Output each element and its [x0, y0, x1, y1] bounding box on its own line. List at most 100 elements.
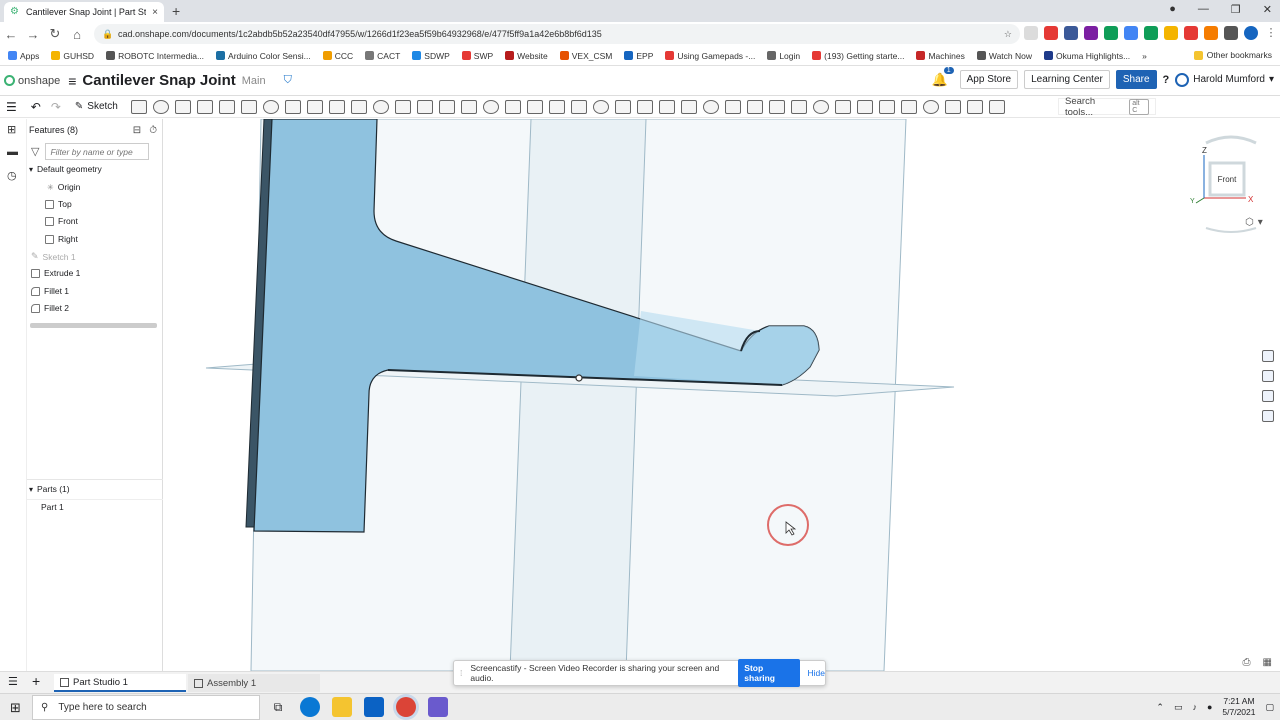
- sweep-tool-icon[interactable]: [174, 99, 191, 114]
- network-icon[interactable]: ▭: [1174, 702, 1183, 713]
- custom-feature-tool-icon[interactable]: [988, 99, 1005, 114]
- bookmark-item[interactable]: SWP: [461, 51, 493, 61]
- close-tab-icon[interactable]: ×: [152, 7, 158, 18]
- feature-right-plane[interactable]: Right: [45, 234, 78, 244]
- helix-tool-icon[interactable]: [702, 99, 719, 114]
- default-geometry-group[interactable]: ▾ Default geometry: [29, 164, 102, 174]
- linear-pattern-tool-icon[interactable]: [394, 99, 411, 114]
- bookmark-item[interactable]: Watch Now: [976, 51, 1032, 61]
- revolve-tool-icon[interactable]: [152, 99, 169, 114]
- notification-center-icon[interactable]: ▢: [1265, 702, 1274, 713]
- profile-avatar[interactable]: [1244, 26, 1258, 40]
- profile-dropdown-icon[interactable]: ●: [1169, 3, 1176, 16]
- extension-icon[interactable]: [1044, 26, 1058, 40]
- bookmark-item[interactable]: GUHSD: [51, 51, 94, 61]
- windows-start-icon[interactable]: ⊞: [10, 700, 21, 716]
- boundary-surface-tool-icon[interactable]: [636, 99, 653, 114]
- modify-fillet-tool-icon[interactable]: [548, 99, 565, 114]
- extension-icon[interactable]: [1064, 26, 1078, 40]
- user-menu[interactable]: Harold Mumford ▾: [1175, 72, 1274, 87]
- bookmark-item[interactable]: Apps: [8, 51, 39, 61]
- extension-icon[interactable]: [1104, 26, 1118, 40]
- enclose-tool-icon[interactable]: [240, 99, 257, 114]
- extension-icon[interactable]: [1184, 26, 1198, 40]
- learning-center-button[interactable]: Learning Center: [1024, 70, 1110, 89]
- bookmarks-overflow-icon[interactable]: »: [1142, 51, 1147, 61]
- bookmark-item[interactable]: CACT: [365, 51, 400, 61]
- bookmark-item[interactable]: Okuma Highlights...: [1044, 51, 1130, 61]
- search-tools-input[interactable]: Search tools... alt C: [1058, 96, 1156, 118]
- feature-list-toggle-icon[interactable]: ☰: [6, 100, 17, 114]
- feature-origin[interactable]: ✳ Origin: [47, 182, 80, 192]
- parts-group[interactable]: ▾ Parts (1): [29, 484, 70, 494]
- add-tab-icon[interactable]: +: [32, 673, 40, 689]
- origin-point[interactable]: [575, 374, 583, 382]
- flange-tool-icon[interactable]: [834, 99, 851, 114]
- appearance-panel-icon[interactable]: [1262, 350, 1274, 362]
- chamfer-tool-icon[interactable]: [284, 99, 301, 114]
- feature-list-scrollbar[interactable]: [30, 323, 157, 328]
- graphics-viewport[interactable]: Z X Y Front ⬡ ▾: [164, 119, 1280, 671]
- mail-icon[interactable]: [364, 697, 384, 717]
- fill-tool-icon[interactable]: [658, 99, 675, 114]
- boolean-tool-icon[interactable]: [460, 99, 477, 114]
- redo-icon[interactable]: ↷: [51, 100, 61, 114]
- transform-tool-icon[interactable]: [504, 99, 521, 114]
- document-title[interactable]: Cantilever Snap Joint: [82, 72, 235, 89]
- shell-tool-icon[interactable]: [350, 99, 367, 114]
- extension-icon[interactable]: [1124, 26, 1138, 40]
- extension-icon[interactable]: [1204, 26, 1218, 40]
- bend-tool-icon[interactable]: [878, 99, 895, 114]
- curve-pattern-tool-icon[interactable]: [438, 99, 455, 114]
- split-tool-icon[interactable]: [482, 99, 499, 114]
- feature-filter-input[interactable]: [45, 143, 150, 160]
- version-graph-icon[interactable]: ⛉: [284, 74, 292, 87]
- history-icon[interactable]: ◷: [7, 171, 20, 182]
- extension-icon[interactable]: [1144, 26, 1158, 40]
- chevron-up-icon[interactable]: ⌃: [1156, 702, 1164, 713]
- reload-icon[interactable]: ↻: [44, 26, 66, 42]
- feature-fillet-2[interactable]: Fillet 2: [31, 303, 69, 313]
- file-explorer-icon[interactable]: [332, 697, 352, 717]
- other-bookmarks[interactable]: Other bookmarks: [1193, 50, 1272, 60]
- restore-icon[interactable]: ❐: [1231, 3, 1241, 16]
- notifications-bell-icon[interactable]: 🔔 1: [931, 66, 954, 88]
- bookmark-item[interactable]: Arduino Color Sensi...: [216, 51, 311, 61]
- bookmark-item[interactable]: Website: [505, 51, 548, 61]
- chrome-icon[interactable]: [396, 697, 416, 717]
- form-tool-icon[interactable]: [900, 99, 917, 114]
- back-icon[interactable]: ←: [0, 27, 22, 42]
- delete-part-tool-icon[interactable]: [526, 99, 543, 114]
- forward-icon[interactable]: →: [22, 27, 44, 42]
- bookmark-item[interactable]: EPP: [624, 51, 653, 61]
- dashboard-icon[interactable]: ▦: [1263, 657, 1272, 668]
- microphone-icon[interactable]: ●: [1207, 702, 1212, 712]
- variables-icon[interactable]: [1262, 390, 1274, 402]
- configurations-icon[interactable]: [1262, 370, 1274, 382]
- home-icon[interactable]: ⌂: [66, 27, 88, 42]
- task-view-icon[interactable]: ⧉: [268, 697, 288, 717]
- taskbar-search[interactable]: ⚲ Type here to search: [32, 695, 260, 720]
- thicken-tool-icon[interactable]: [218, 99, 235, 114]
- url-bar[interactable]: 🔒 cad.onshape.com/documents/1c2abdb5b52a…: [94, 24, 1020, 44]
- feature-front-plane[interactable]: Front: [45, 216, 78, 226]
- new-tab-button[interactable]: +: [172, 3, 180, 19]
- close-window-icon[interactable]: ✕: [1263, 3, 1272, 16]
- filter-icon[interactable]: ▽: [31, 145, 39, 158]
- hide-button[interactable]: Hide: [808, 668, 825, 678]
- clock[interactable]: 7:21 AM 5/7/2021: [1222, 696, 1255, 718]
- extrude-tool-icon[interactable]: [130, 99, 147, 114]
- sheet-metal-tool-icon[interactable]: [812, 99, 829, 114]
- extension-icon[interactable]: [1084, 26, 1098, 40]
- extension-icon[interactable]: [1024, 26, 1038, 40]
- fillet-tool-icon[interactable]: [262, 99, 279, 114]
- tab-part-studio-1[interactable]: Part Studio 1: [54, 674, 186, 692]
- sheet-metal-table-tool-icon[interactable]: [944, 99, 961, 114]
- onshape-logo[interactable]: onshape: [4, 75, 60, 87]
- loft-tool-icon[interactable]: [196, 99, 213, 114]
- feature-fillet-1[interactable]: Fillet 1: [31, 286, 69, 296]
- part-item[interactable]: Part 1: [41, 502, 64, 512]
- tab-list-icon[interactable]: ☰: [8, 675, 18, 688]
- bookmark-item[interactable]: CCC: [322, 51, 353, 61]
- stop-sharing-button[interactable]: Stop sharing: [738, 659, 800, 687]
